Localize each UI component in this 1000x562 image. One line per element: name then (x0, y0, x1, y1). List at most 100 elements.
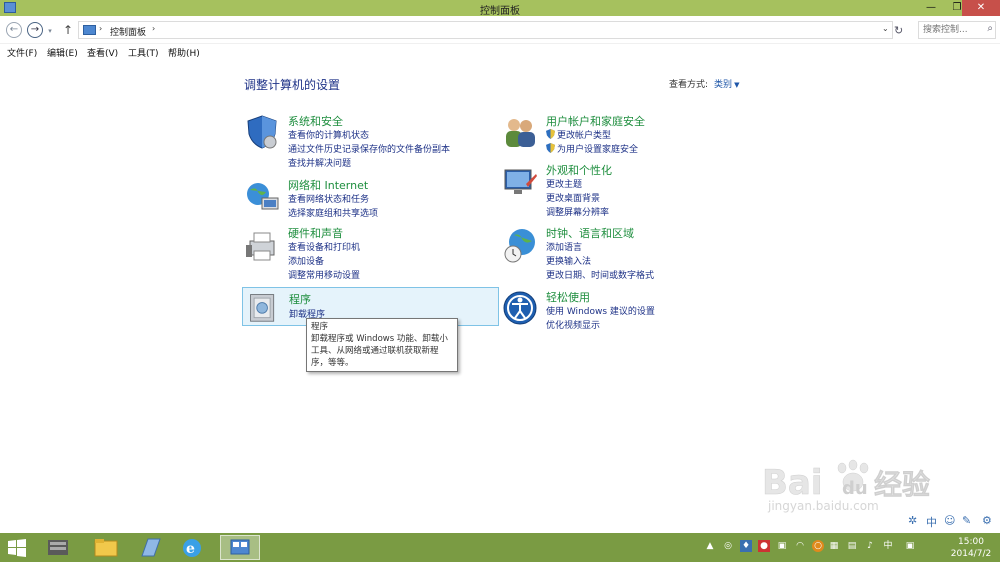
programs-icon[interactable] (247, 290, 279, 324)
link-optimize-display[interactable]: 优化视频显示 (546, 318, 600, 331)
network-icon[interactable] (244, 178, 280, 214)
link-date-time-format[interactable]: 更改日期、时间或数字格式 (546, 268, 654, 281)
windows-start-icon[interactable] (8, 539, 26, 557)
breadcrumb-control-panel[interactable]: 控制面板 (110, 25, 146, 38)
window-title: 控制面板 (480, 6, 520, 17)
link-desktop-background[interactable]: 更改桌面背景 (546, 191, 600, 204)
taskbar-app-server[interactable] (38, 535, 78, 560)
security-icon[interactable]: ◎ (722, 540, 734, 552)
tooltip-text-line: 序，等等。 (311, 358, 354, 368)
link-view-computer-status[interactable]: 查看你的计算机状态 (288, 128, 369, 141)
link-file-history-backup[interactable]: 通过文件历史记录保存你的文件备份副本 (288, 142, 450, 155)
menu-help[interactable]: 帮助(H) (168, 46, 200, 59)
search-icon[interactable]: ⌕ (987, 23, 993, 34)
breadcrumb-chevron-icon[interactable]: › (152, 24, 155, 33)
category-title[interactable]: 轻松使用 (546, 289, 590, 305)
category-title[interactable]: 网络和 Internet (288, 177, 368, 193)
taskbar-ime-indicator[interactable]: 中 (882, 540, 894, 552)
back-button[interactable]: ← (6, 22, 22, 38)
category-title[interactable]: 硬件和声音 (288, 225, 343, 241)
category-title[interactable]: 时钟、语言和区域 (546, 225, 634, 241)
up-button[interactable]: ↑ (60, 22, 76, 38)
taskbar-app-explorer[interactable] (86, 535, 126, 560)
powershell-icon (141, 538, 161, 557)
taskbar-app-ie[interactable]: e (172, 535, 212, 560)
watermark-paw-text: du (842, 478, 868, 499)
baidu-logo-watermark: Bai du 经验 jingyan.baidu.com (762, 459, 930, 513)
tooltip-title: 程序 (311, 322, 329, 332)
link-change-input-method[interactable]: 更换输入法 (546, 254, 591, 267)
pen-icon[interactable]: ✎ (962, 514, 971, 527)
link-change-account-type[interactable]: 更改帐户类型 (546, 128, 611, 141)
ime-mode-icon[interactable]: 中 (926, 514, 937, 530)
link-text[interactable]: 更改帐户类型 (557, 131, 611, 141)
view-by-caret-icon[interactable]: ▼ (734, 81, 739, 89)
link-screen-resolution[interactable]: 调整屏幕分辨率 (546, 205, 609, 218)
ease-of-access-icon[interactable] (502, 290, 538, 326)
category-title[interactable]: 用户帐户和家庭安全 (546, 113, 645, 129)
minimize-button[interactable]: — (918, 0, 944, 16)
menu-view[interactable]: 查看(V) (87, 46, 118, 59)
link-mobility-settings[interactable]: 调整常用移动设置 (288, 268, 360, 281)
appearance-icon[interactable] (502, 164, 538, 200)
close-button[interactable]: ✕ (962, 0, 1000, 16)
link-text[interactable]: 为用户设置家庭安全 (557, 145, 638, 155)
title-bar: 控制面板 — ❐ ✕ (0, 0, 1000, 17)
input-indicator-icon[interactable]: ▦ (828, 540, 840, 552)
address-dropdown-icon[interactable]: ⌄ (882, 24, 889, 33)
watermark-brand: Bai (762, 463, 823, 503)
shield-tray-icon[interactable]: ♦ (740, 540, 752, 552)
menu-edit[interactable]: 编辑(E) (47, 46, 78, 59)
users-icon[interactable] (502, 114, 538, 150)
antivirus-icon[interactable]: ● (758, 540, 770, 552)
taskbar-clock[interactable]: 15:00 2014/7/2 (946, 536, 996, 560)
category-title[interactable]: 程序 (289, 291, 311, 307)
menu-tools[interactable]: 工具(T) (128, 46, 159, 59)
taskbar-app-control-panel[interactable] (220, 535, 260, 560)
link-windows-recommended-settings[interactable]: 使用 Windows 建议的设置 (546, 304, 655, 317)
view-by-label: 查看方式: (669, 80, 709, 90)
category-title[interactable]: 系统和安全 (288, 113, 343, 129)
control-panel-taskbar-icon (230, 539, 250, 555)
link-troubleshoot[interactable]: 查找并解决问题 (288, 156, 351, 169)
keyboard-icon[interactable]: ▤ (846, 540, 858, 552)
settings-flower-icon[interactable]: ✲ (908, 514, 917, 527)
floating-toolbar: ✲ 中 ☺ ✎ ⚙ (906, 514, 1000, 530)
volume-icon[interactable]: ♪ (864, 540, 876, 552)
clock-time: 15:00 (958, 537, 984, 547)
internet-explorer-icon: e (183, 539, 201, 557)
gear-icon[interactable]: ⚙ (982, 514, 992, 527)
link-network-status[interactable]: 查看网络状态和任务 (288, 192, 369, 205)
menu-file[interactable]: 文件(F) (7, 46, 37, 59)
link-family-safety[interactable]: 为用户设置家庭安全 (546, 142, 638, 155)
taskbar-app-powershell[interactable] (130, 535, 170, 560)
globe-clock-icon[interactable] (502, 227, 538, 263)
recent-locations-dropdown[interactable]: ▾ (46, 27, 54, 35)
link-add-device[interactable]: 添加设备 (288, 254, 324, 267)
link-homegroup-sharing[interactable]: 选择家庭组和共享选项 (288, 206, 378, 219)
category-title[interactable]: 外观和个性化 (546, 162, 612, 178)
search-input[interactable] (919, 22, 981, 38)
network-tray-icon[interactable]: ▣ (776, 540, 788, 552)
category-ease-of-access: 轻松使用 使用 Windows 建议的设置 优化视频显示 (500, 288, 756, 334)
shield-icon[interactable] (244, 114, 280, 150)
link-add-language[interactable]: 添加语言 (546, 240, 582, 253)
watermark-url: jingyan.baidu.com (767, 499, 879, 513)
link-change-theme[interactable]: 更改主题 (546, 177, 582, 190)
clock-date: 2014/7/2 (950, 549, 992, 559)
link-devices-printers[interactable]: 查看设备和打印机 (288, 240, 360, 253)
address-bar: ← → ▾ ↑ › 控制面板 › ⌄ ↻ (0, 16, 1000, 44)
emoji-icon[interactable]: ☺ (944, 514, 955, 527)
refresh-icon[interactable]: ↻ (894, 24, 903, 37)
search-box[interactable]: ⌕ (918, 21, 996, 39)
wifi-icon[interactable]: ◠ (794, 540, 806, 552)
forward-button[interactable]: → (27, 22, 43, 38)
address-box[interactable]: › 控制面板 › ⌄ (78, 21, 893, 39)
view-by-dropdown[interactable]: 类别 (714, 80, 732, 90)
printer-icon[interactable] (244, 227, 280, 263)
category-appearance: 外观和个性化 更改主题 更改桌面背景 调整屏幕分辨率 (500, 162, 756, 222)
action-center-icon[interactable]: ▣ (904, 540, 916, 552)
update-icon[interactable]: ○ (812, 540, 824, 552)
show-hidden-icons-icon[interactable]: ▲ (704, 540, 716, 552)
breadcrumb-separator-icon[interactable]: › (99, 24, 102, 33)
